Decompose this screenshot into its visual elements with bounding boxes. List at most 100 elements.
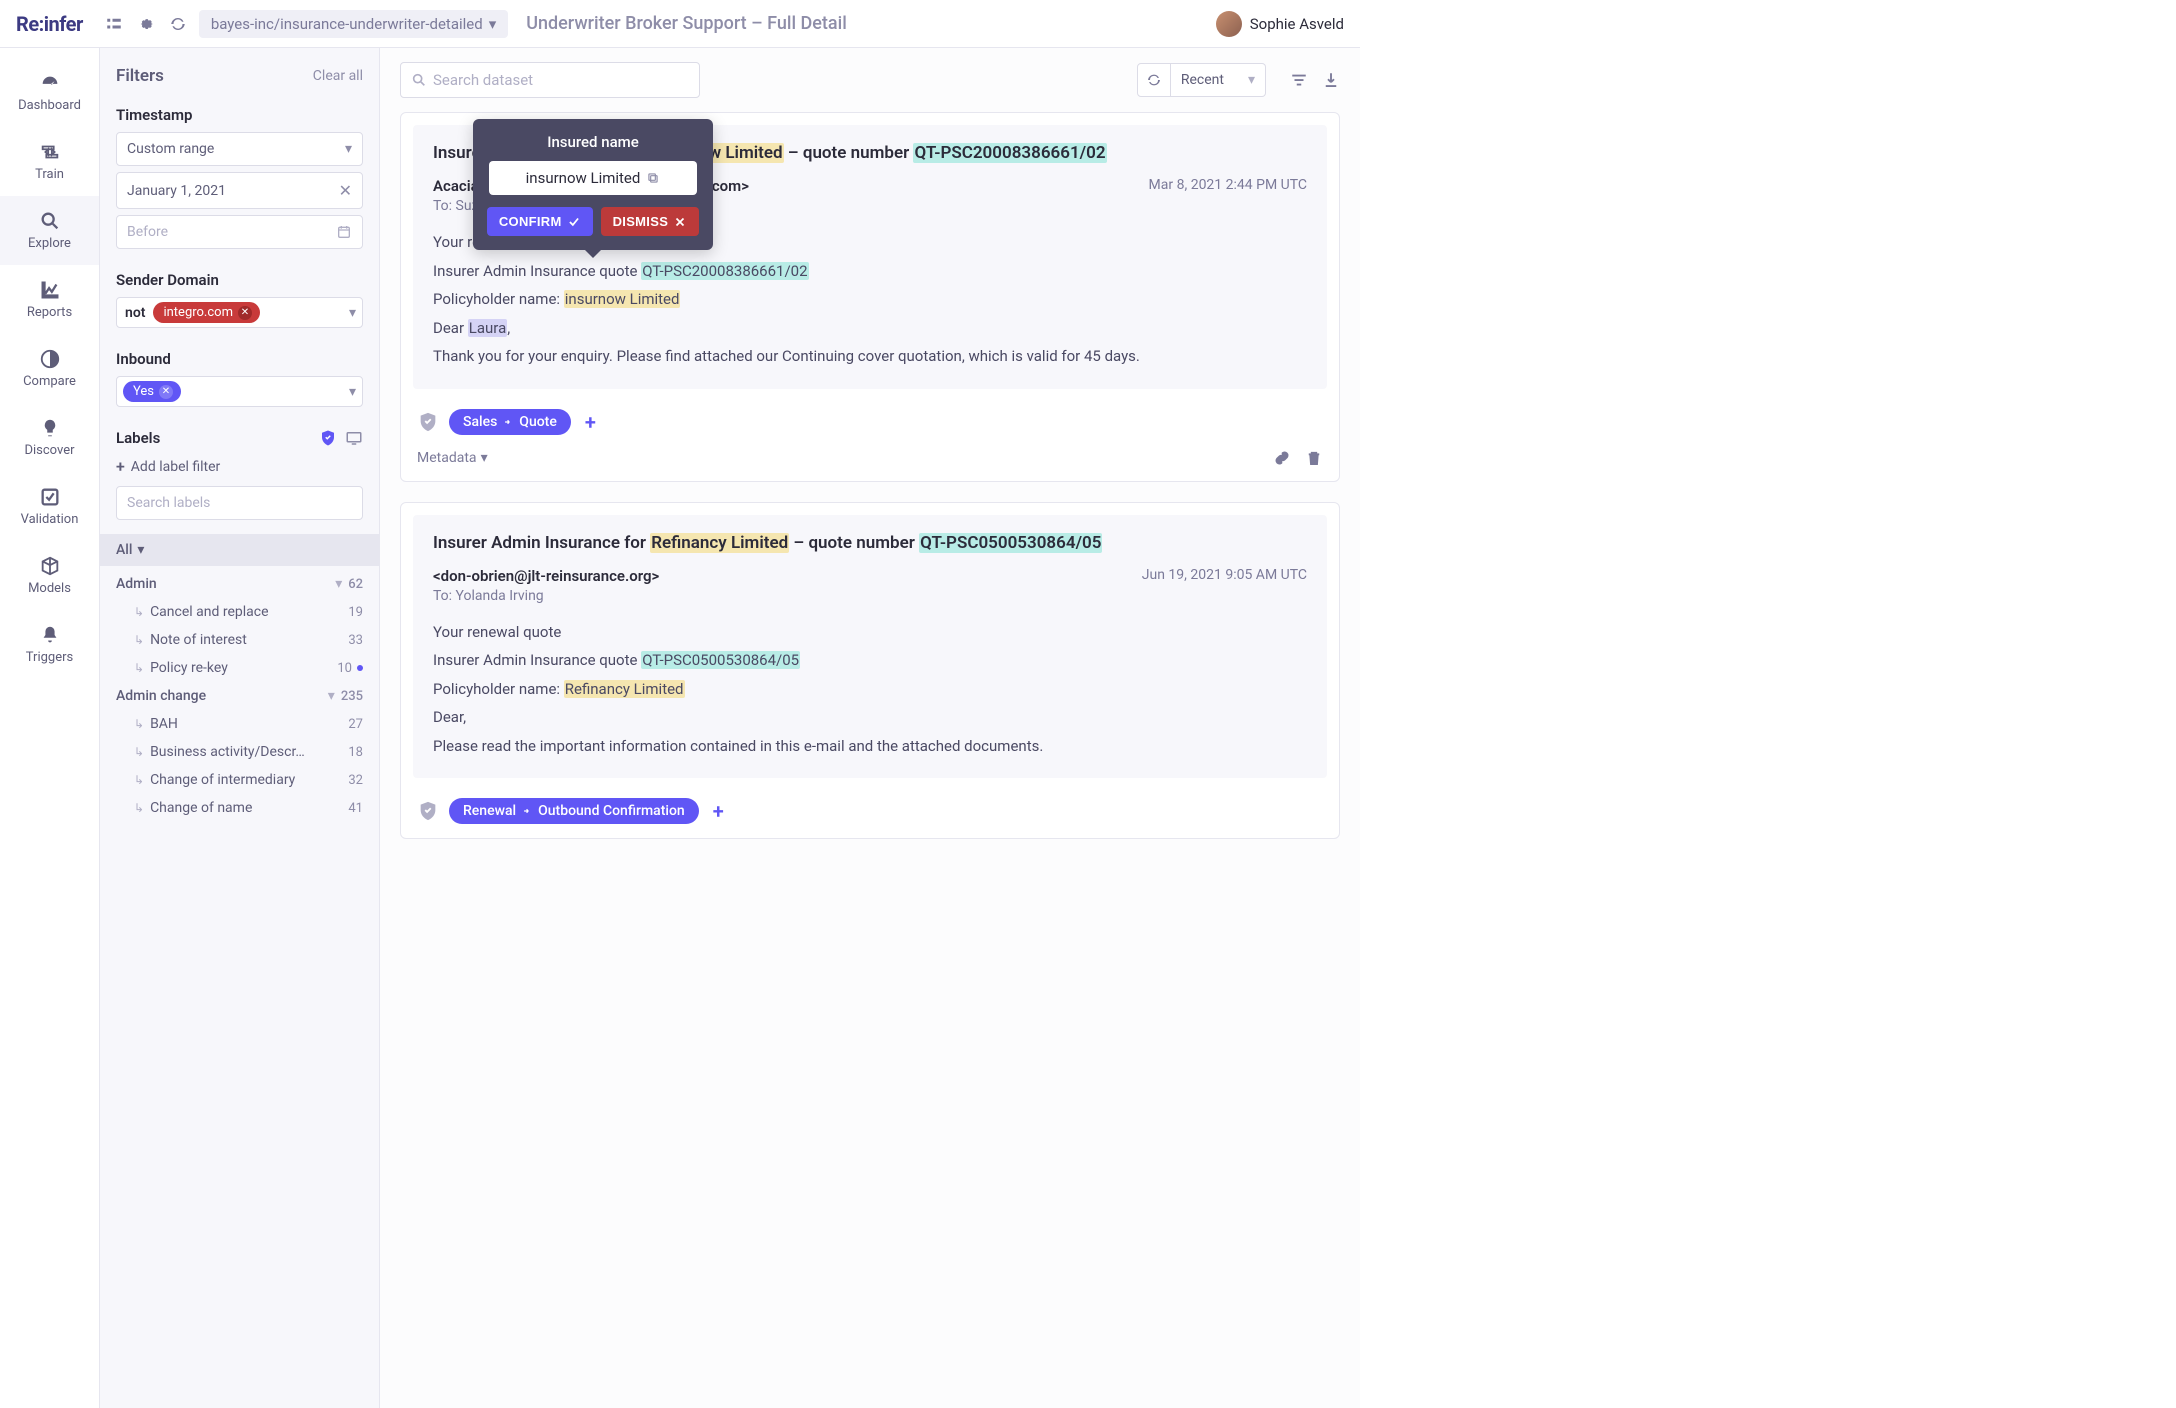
label-policy-rekey[interactable]: ↳Policy re-key10 bbox=[116, 654, 371, 682]
main-area: Search dataset Recent▾ bbox=[380, 48, 1360, 1408]
chevron-down-icon: ▾ bbox=[349, 384, 356, 400]
nav-validation[interactable]: Validation bbox=[0, 472, 99, 541]
nav-models[interactable]: Models bbox=[0, 541, 99, 610]
popover-title: Insured name bbox=[489, 133, 697, 151]
refresh-icon[interactable] bbox=[169, 15, 187, 33]
sender-domain-label: Sender Domain bbox=[116, 271, 363, 289]
dataset-selector[interactable]: bayes-inc/insurance-underwriter-detailed… bbox=[199, 10, 508, 38]
shield-icon[interactable] bbox=[319, 429, 337, 447]
nav-dashboard[interactable]: Dashboard bbox=[0, 58, 99, 127]
label-change-name[interactable]: ↳Change of name41 bbox=[116, 794, 371, 822]
user-name: Sophie Asveld bbox=[1250, 15, 1344, 33]
screen-icon[interactable] bbox=[345, 429, 363, 447]
quote-highlight[interactable]: QT-PSC20008386661/02 bbox=[913, 143, 1106, 163]
to-line: To: Yolanda Irving bbox=[433, 588, 1307, 604]
shield-check-icon[interactable] bbox=[417, 411, 439, 433]
calendar-icon bbox=[336, 224, 352, 240]
label-pill-sales-quote[interactable]: Sales Quote bbox=[449, 409, 571, 435]
add-label-icon[interactable]: + bbox=[585, 410, 596, 434]
remove-tag-icon[interactable]: ✕ bbox=[238, 306, 252, 320]
nav-compare[interactable]: Compare bbox=[0, 334, 99, 403]
timestamp: Mar 8, 2021 2:44 PM UTC bbox=[1149, 177, 1307, 193]
label-admin-change[interactable]: Admin change▾235 bbox=[116, 682, 371, 710]
sort-lines-icon[interactable] bbox=[1290, 71, 1308, 89]
labels-title: Labels bbox=[116, 429, 160, 447]
topbar-tools bbox=[105, 15, 187, 33]
nav-explore[interactable]: Explore bbox=[0, 196, 99, 265]
subject-line: Insurer Admin Insurance for Refinancy Li… bbox=[433, 533, 1307, 553]
label-admin[interactable]: Admin▾62 bbox=[116, 570, 371, 598]
insured-highlight[interactable]: Refinancy Limited bbox=[650, 533, 789, 553]
inbound-tag[interactable]: Yes✕ bbox=[123, 381, 181, 402]
message-card: Insurer Admin Insurance for Refinancy Li… bbox=[400, 502, 1340, 840]
timestamp-range-select[interactable]: Custom range▾ bbox=[116, 132, 363, 166]
dismiss-button[interactable]: DISMISS bbox=[601, 207, 700, 236]
name-highlight[interactable]: Laura bbox=[468, 319, 507, 337]
sort-select[interactable]: Recent▾ bbox=[1171, 63, 1266, 97]
copy-icon[interactable] bbox=[646, 171, 660, 185]
metadata-toggle[interactable]: Metadata▾ bbox=[417, 450, 488, 466]
clear-all-link[interactable]: Clear all bbox=[313, 68, 363, 84]
popover-value: insurnow Limited bbox=[489, 161, 697, 195]
filters-panel: Filters Clear all Timestamp Custom range… bbox=[100, 48, 380, 1408]
sender-domain-select[interactable]: not integro.com✕ ▾ bbox=[116, 297, 363, 328]
nav-discover[interactable]: Discover bbox=[0, 403, 99, 472]
filters-title: Filters bbox=[116, 66, 164, 86]
label-bah[interactable]: ↳BAH27 bbox=[116, 710, 371, 738]
label-cancel-replace[interactable]: ↳Cancel and replace19 bbox=[116, 598, 371, 626]
download-icon[interactable] bbox=[1322, 71, 1340, 89]
insured-highlight[interactable]: insurnow Limited bbox=[564, 290, 681, 308]
message-card: Insurer Admin Insurance for insurnow Lim… bbox=[400, 112, 1340, 482]
label-tree: Admin▾62 ↳Cancel and replace19 ↳Note of … bbox=[100, 566, 379, 842]
inbound-label: Inbound bbox=[116, 350, 363, 368]
chevron-down-icon: ▾ bbox=[489, 15, 497, 33]
chevron-down-icon: ▾ bbox=[1248, 72, 1255, 88]
link-icon[interactable] bbox=[1273, 449, 1291, 467]
add-label-icon[interactable]: + bbox=[713, 799, 724, 823]
trash-icon[interactable] bbox=[1305, 449, 1323, 467]
sender-tag[interactable]: integro.com✕ bbox=[153, 302, 260, 323]
add-label-filter[interactable]: +Add label filter bbox=[100, 453, 379, 486]
nav-triggers[interactable]: Triggers bbox=[0, 610, 99, 679]
message-body: Your renewal quote Insurer Admin Insuran… bbox=[433, 618, 1307, 761]
shield-check-icon[interactable] bbox=[417, 800, 439, 822]
page-title: Underwriter Broker Support – Full Detail bbox=[526, 13, 847, 34]
timestamp-label: Timestamp bbox=[116, 106, 363, 124]
chevron-down-icon: ▾ bbox=[481, 450, 488, 466]
quote-highlight[interactable]: QT-PSC0500530864/05 bbox=[919, 533, 1102, 553]
chevron-down-icon: ▾ bbox=[345, 141, 352, 157]
label-pill-renewal[interactable]: Renewal Outbound Confirmation bbox=[449, 798, 699, 824]
inbound-select[interactable]: Yes✕ ▾ bbox=[116, 376, 363, 407]
nav-reports[interactable]: Reports bbox=[0, 265, 99, 334]
entity-popover: Insured name insurnow Limited CONFIRM DI… bbox=[473, 119, 713, 250]
quote-highlight[interactable]: QT-PSC0500530864/05 bbox=[641, 651, 800, 669]
new-indicator bbox=[357, 665, 363, 671]
timestamp-to-input[interactable]: Before bbox=[116, 215, 363, 249]
refresh-button[interactable] bbox=[1137, 63, 1171, 97]
remove-tag-icon[interactable]: ✕ bbox=[159, 385, 173, 399]
insured-highlight[interactable]: Refinancy Limited bbox=[564, 680, 685, 698]
gear-icon[interactable] bbox=[137, 15, 155, 33]
search-labels-input[interactable]: Search labels bbox=[116, 486, 363, 520]
nav-rail: Dashboard Train Explore Reports Compare … bbox=[0, 48, 100, 1408]
quote-highlight[interactable]: QT-PSC20008386661/02 bbox=[641, 262, 808, 280]
label-note-interest[interactable]: ↳Note of interest33 bbox=[116, 626, 371, 654]
chevron-down-icon: ▾ bbox=[349, 305, 356, 321]
user-menu[interactable]: Sophie Asveld bbox=[1216, 11, 1344, 37]
nav-train[interactable]: Train bbox=[0, 127, 99, 196]
logo: Re:infer bbox=[16, 12, 83, 36]
avatar bbox=[1216, 11, 1242, 37]
timestamp-from-input[interactable]: January 1, 2021✕ bbox=[116, 172, 363, 209]
confirm-button[interactable]: CONFIRM bbox=[487, 207, 593, 236]
topbar: Re:infer bayes-inc/insurance-underwriter… bbox=[0, 0, 1360, 48]
not-text: not bbox=[123, 305, 149, 321]
label-change-intermediary[interactable]: ↳Change of intermediary32 bbox=[116, 766, 371, 794]
label-business-activity[interactable]: ↳Business activity/Descr…18 bbox=[116, 738, 371, 766]
labels-all-row[interactable]: All▾ bbox=[100, 534, 379, 566]
timestamp: Jun 19, 2021 9:05 AM UTC bbox=[1142, 567, 1307, 583]
chevron-down-icon: ▾ bbox=[137, 542, 144, 558]
clear-icon[interactable]: ✕ bbox=[339, 181, 352, 200]
search-dataset-input[interactable]: Search dataset bbox=[400, 62, 700, 98]
grid-icon[interactable] bbox=[105, 15, 123, 33]
search-icon bbox=[411, 72, 427, 88]
